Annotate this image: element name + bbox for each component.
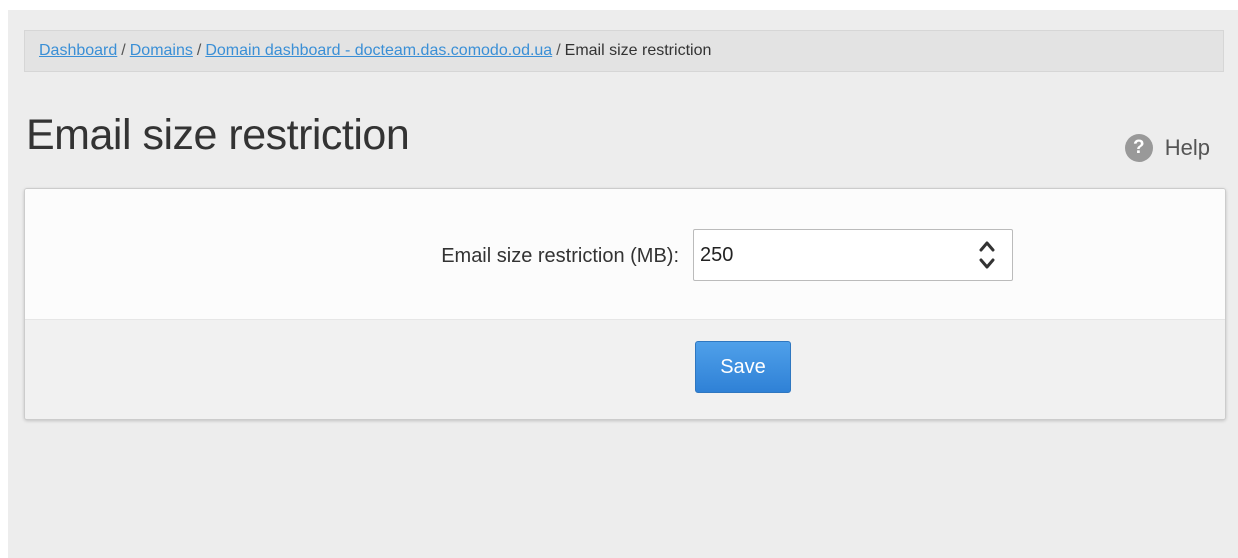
breadcrumb-link-domain-dashboard[interactable]: Domain dashboard - docteam.das.comodo.od… — [205, 42, 552, 60]
breadcrumb-separator: / — [556, 42, 561, 59]
help-link[interactable]: ? Help — [1124, 134, 1210, 162]
breadcrumb-link-domains[interactable]: Domains — [130, 42, 193, 60]
email-size-input[interactable] — [694, 230, 950, 280]
panel-footer: Save — [25, 319, 1225, 419]
breadcrumb-link-dashboard[interactable]: Dashboard — [39, 42, 117, 60]
breadcrumb-separator: / — [196, 42, 202, 59]
panel-body: Email size restriction (MB): — [25, 189, 1225, 319]
save-button[interactable]: Save — [695, 341, 791, 393]
breadcrumb-current: Email size restriction — [564, 42, 712, 59]
page-container: Dashboard / Domains / Domain dashboard -… — [8, 10, 1238, 558]
email-size-stepper — [693, 229, 1013, 281]
page-title: Email size restriction — [26, 111, 410, 159]
breadcrumb: Dashboard / Domains / Domain dashboard -… — [24, 30, 1224, 72]
email-size-label: Email size restriction (MB): — [441, 245, 679, 267]
up-down-spinner-icon[interactable] — [978, 236, 996, 274]
settings-panel: Email size restriction (MB): Save — [24, 188, 1226, 420]
help-label: Help — [1164, 135, 1210, 160]
breadcrumb-separator: / — [121, 42, 126, 59]
question-circle-icon: ? — [1124, 134, 1153, 162]
